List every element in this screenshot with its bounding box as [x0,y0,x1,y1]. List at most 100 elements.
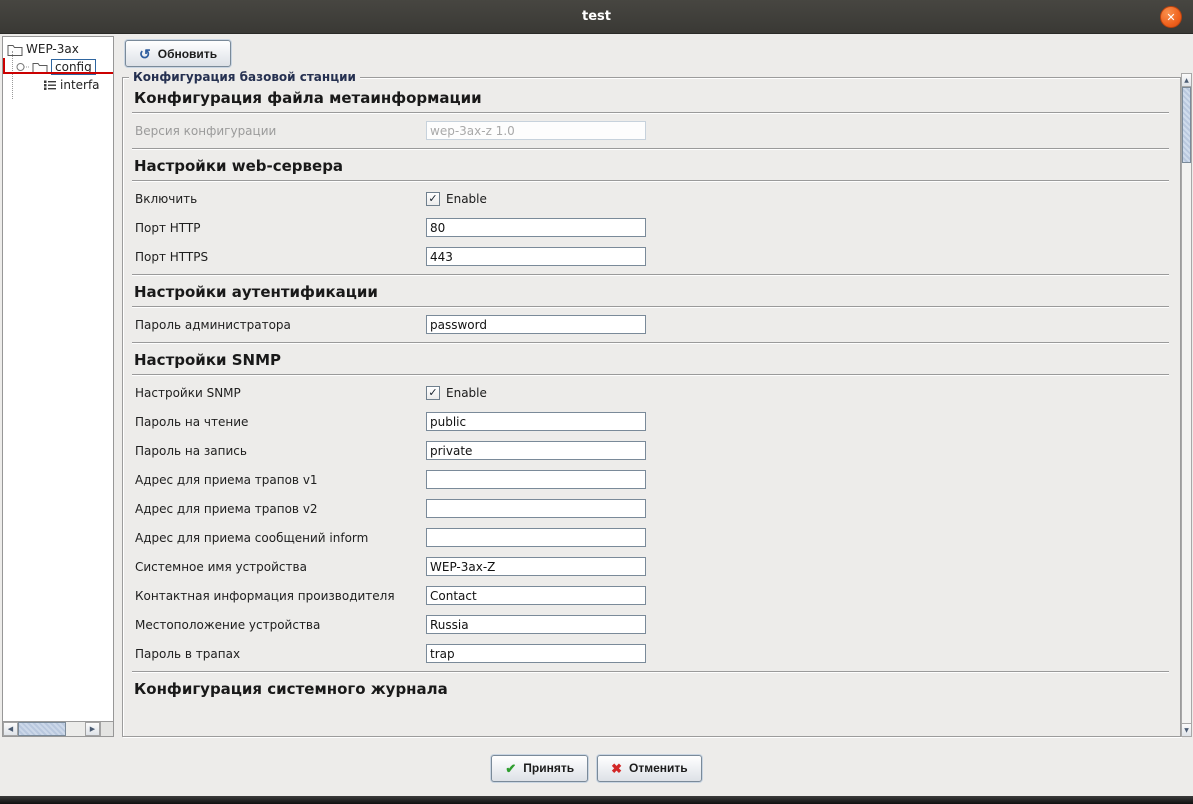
form-row: Пароль в трапах [132,639,1169,668]
tree-node-label: WEP-3ax [26,42,79,56]
tree-node-root[interactable]: WEP-3ax [3,40,113,58]
field-label: Включить [132,192,426,206]
form-row: Адрес для приема сообщений inform [132,523,1169,552]
navigation-tree-panel: WEP-3ax config interfa [2,36,114,737]
field-label: Контактная информация производителя [132,589,426,603]
cancel-button-label: Отменить [629,761,688,775]
form-row: Адрес для приема трапов v1 [132,465,1169,494]
close-button[interactable]: ✕ [1160,6,1182,28]
contact-info-field[interactable] [426,586,646,605]
horizontal-scrollbar-thumb[interactable] [18,722,66,736]
https-port-field[interactable] [426,247,646,266]
field-label: Адрес для приема трапов v2 [132,502,426,516]
field-label: Адрес для приема сообщений inform [132,531,426,545]
field-label: Системное имя устройства [132,560,426,574]
snmp-enable-checkbox[interactable]: ✓ [426,386,440,400]
device-location-field[interactable] [426,615,646,634]
separator [132,274,1169,275]
form-row: Адрес для приема трапов v2 [132,494,1169,523]
separator [132,180,1169,181]
field-label: Пароль на запись [132,444,426,458]
form-row: Версия конфигурации [132,116,1169,145]
folder-icon [7,43,23,56]
scroll-down-arrow-icon[interactable]: ▼ [1182,723,1191,736]
form-row: Включить ✓ Enable [132,184,1169,213]
field-label: Версия конфигурации [132,124,426,138]
separator [132,342,1169,343]
refresh-button-label: Обновить [158,47,217,61]
separator [132,306,1169,307]
field-label: Адрес для приема трапов v1 [132,473,426,487]
field-label: Порт HTTPS [132,250,426,264]
window-title: test [582,9,611,24]
system-name-field[interactable] [426,557,646,576]
form-row: Пароль на запись [132,436,1169,465]
form-row: Настройки SNMP ✓ Enable [132,378,1169,407]
form-row: Контактная информация производителя [132,581,1169,610]
form-row: Пароль администратора [132,310,1169,339]
tree-node-label: interfa [60,78,100,92]
field-label: Пароль на чтение [132,415,426,429]
accept-button[interactable]: ✔ Принять [491,755,588,782]
list-icon [43,79,57,91]
accept-button-label: Принять [523,761,574,775]
tree-selection-marker-underline [3,72,113,74]
form-row: Пароль на чтение [132,407,1169,436]
cancel-cross-icon: ✖ [611,762,622,775]
scrollbar-corner [100,722,113,736]
window-titlebar: test ✕ [0,0,1193,34]
separator [132,374,1169,375]
separator [132,148,1169,149]
toolbar: ↺ Обновить [120,36,1193,70]
tree-horizontal-scrollbar[interactable]: ◀ ▶ [3,721,113,736]
accept-check-icon: ✔ [505,762,516,775]
refresh-button[interactable]: ↺ Обновить [125,40,231,67]
field-label: Порт HTTP [132,221,426,235]
snmp-write-community-field[interactable] [426,441,646,460]
snmp-trap-v1-address-field[interactable] [426,470,646,489]
tree-connector-line [12,51,13,99]
horizontal-scrollbar-track[interactable] [66,722,85,736]
section-title-meta: Конфигурация файла метаинформации [134,89,1169,107]
desktop-bottom-strip [0,796,1193,804]
form-row: Порт HTTPS [132,242,1169,271]
footer-button-bar: ✔ Принять ✖ Отменить [0,740,1193,796]
tree-node-interface[interactable]: interfa [3,76,113,94]
web-enable-checkbox[interactable]: ✓ [426,192,440,206]
checkbox-text: Enable [446,386,487,400]
section-title-webserver: Настройки web-сервера [134,157,1169,175]
checkmark-icon: ✓ [428,387,437,398]
section-title-syslog: Конфигурация системного журнала [134,680,1169,698]
field-label: Пароль администратора [132,318,426,332]
snmp-inform-address-field[interactable] [426,528,646,547]
tree-expand-handle-icon[interactable] [16,62,29,72]
scroll-up-arrow-icon[interactable]: ▲ [1182,74,1191,87]
refresh-icon: ↺ [139,47,151,61]
scroll-left-arrow-icon[interactable]: ◀ [3,722,18,736]
trap-password-field[interactable] [426,644,646,663]
http-port-field[interactable] [426,218,646,237]
snmp-read-community-field[interactable] [426,412,646,431]
section-title-snmp: Настройки SNMP [134,351,1169,369]
vertical-scrollbar-thumb[interactable] [1182,87,1191,163]
admin-password-field[interactable] [426,315,646,334]
field-label: Пароль в трапах [132,647,426,661]
config-form: Конфигурация файла метаинформации Версия… [124,79,1179,735]
checkmark-icon: ✓ [428,193,437,204]
field-label: Настройки SNMP [132,386,426,400]
vertical-scrollbar[interactable]: ▲ ▼ [1181,73,1192,737]
form-row: Порт HTTP [132,213,1169,242]
checkbox-text: Enable [446,192,487,206]
separator [132,671,1169,672]
base-station-config-groupbox: Конфигурация базовой станции Конфигураци… [122,77,1181,737]
section-title-auth: Настройки аутентификации [134,283,1169,301]
form-row: Местоположение устройства [132,610,1169,639]
field-label: Местоположение устройства [132,618,426,632]
form-row: Системное имя устройства [132,552,1169,581]
config-version-field [426,121,646,140]
tree: WEP-3ax config interfa [3,37,113,94]
separator [132,112,1169,113]
snmp-trap-v2-address-field[interactable] [426,499,646,518]
scroll-right-arrow-icon[interactable]: ▶ [85,722,100,736]
cancel-button[interactable]: ✖ Отменить [597,755,702,782]
